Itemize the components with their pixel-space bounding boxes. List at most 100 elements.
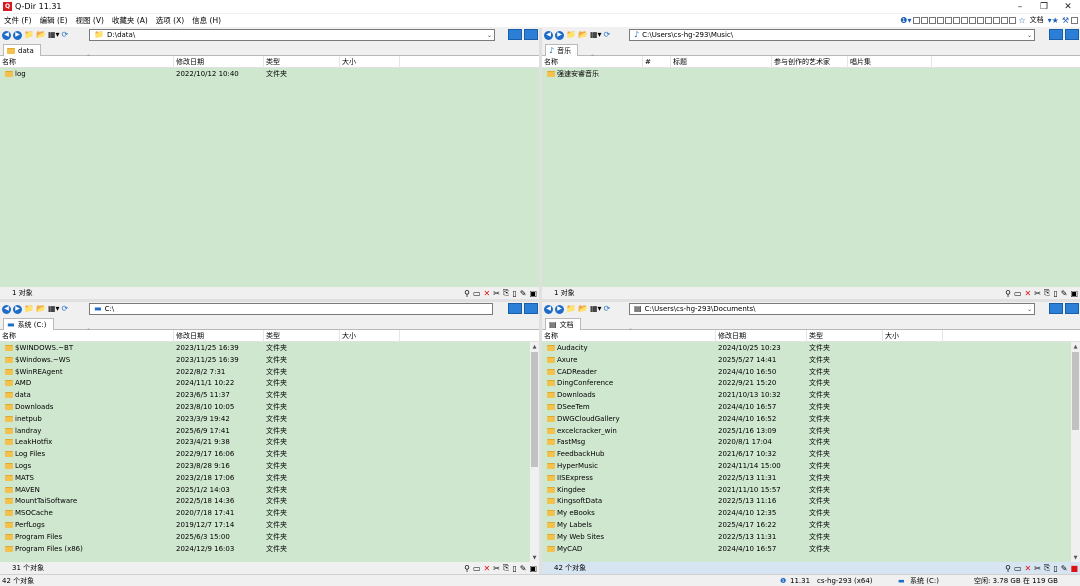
filter-icon[interactable]: ⚲ xyxy=(1005,564,1011,573)
file-row[interactable]: FastMsg 2020/8/1 17:04 文件夹 xyxy=(542,436,1071,448)
forward-arrow-icon[interactable]: ▶ xyxy=(13,304,22,314)
view-button-icon[interactable] xyxy=(524,29,538,40)
tab-data[interactable]: data xyxy=(3,44,41,56)
object-count[interactable]: 1 对象 xyxy=(554,288,575,298)
back-arrow-icon[interactable]: ◀ xyxy=(544,304,553,314)
filter-icon[interactable]: ⚲ xyxy=(464,289,470,298)
column-album[interactable]: 唱片集 xyxy=(848,56,932,68)
file-row[interactable]: Logs 2023/8/28 9:16 文件夹 xyxy=(0,460,530,472)
up-folder-icon[interactable]: 📁 xyxy=(24,31,34,39)
file-row[interactable]: landray 2025/6/9 17:41 文件夹 xyxy=(0,425,530,437)
scroll-up-icon[interactable]: ▲ xyxy=(530,342,539,351)
view-button-icon[interactable] xyxy=(1049,29,1063,40)
copy-icon[interactable]: ⎘ xyxy=(503,288,509,298)
column-date[interactable]: 修改日期 xyxy=(174,56,264,68)
layout-8-icon[interactable] xyxy=(969,17,977,24)
file-row[interactable]: $WINDOWS.~BT 2023/11/25 16:39 文件夹 xyxy=(0,342,530,354)
up-folder-icon[interactable]: 📁 xyxy=(566,305,576,313)
column-date[interactable]: 修改日期 xyxy=(174,330,264,342)
file-row[interactable]: FeedbackHub 2021/6/17 10:32 文件夹 xyxy=(542,448,1071,460)
refresh-icon[interactable]: ⟳ xyxy=(62,305,69,313)
path-input[interactable]: ▬ C:\ xyxy=(89,303,493,315)
layout-3-icon[interactable] xyxy=(929,17,937,24)
copy-icon[interactable]: ⎘ xyxy=(503,563,509,573)
file-row[interactable]: MAVEN 2025/1/2 14:03 文件夹 xyxy=(0,484,530,496)
scroll-thumb[interactable] xyxy=(1072,352,1079,430)
up-folder-icon[interactable]: 📁 xyxy=(566,31,576,39)
menu-edit[interactable]: 编辑 (E) xyxy=(36,14,72,27)
horizontal-splitter[interactable] xyxy=(0,299,1080,302)
file-row[interactable]: LeakHotfix 2023/4/21 9:38 文件夹 xyxy=(0,436,530,448)
column-date[interactable]: 修改日期 xyxy=(716,330,807,342)
edit-icon[interactable]: ✎ xyxy=(1061,564,1068,573)
paste-icon[interactable]: ▯ xyxy=(1053,289,1057,298)
file-row[interactable]: IISExpress 2022/5/13 11:31 文件夹 xyxy=(542,472,1071,484)
file-row[interactable]: MountTaiSoftware 2022/5/18 14:36 文件夹 xyxy=(0,495,530,507)
object-count[interactable]: 1 对象 xyxy=(12,288,33,298)
layout-11-icon[interactable] xyxy=(993,17,1001,24)
back-arrow-icon[interactable]: ◀ xyxy=(2,304,11,314)
file-row[interactable]: DSeeTem 2024/4/10 16:57 文件夹 xyxy=(542,401,1071,413)
file-row[interactable]: PerfLogs 2019/12/7 17:14 文件夹 xyxy=(0,519,530,531)
column-size[interactable]: 大小 xyxy=(340,330,400,342)
column-type[interactable]: 类型 xyxy=(264,330,340,342)
paste-icon[interactable]: ▯ xyxy=(512,289,516,298)
refresh-icon[interactable]: ⟳ xyxy=(604,305,611,313)
column-size[interactable]: 大小 xyxy=(883,330,943,342)
menu-view[interactable]: 视图 (V) xyxy=(72,14,108,27)
view-button-icon[interactable] xyxy=(1065,303,1079,314)
file-row[interactable]: CADReader 2024/4/10 16:50 文件夹 xyxy=(542,366,1071,378)
panel-icon[interactable] xyxy=(1071,17,1078,24)
file-row[interactable]: Downloads 2021/10/13 10:32 文件夹 xyxy=(542,389,1071,401)
scroll-up-icon[interactable]: ▲ xyxy=(1071,342,1080,351)
file-row[interactable]: $Windows.~WS 2023/11/25 16:39 文件夹 xyxy=(0,354,530,366)
chevron-down-icon[interactable]: ⌄ xyxy=(1027,32,1032,39)
menu-favorites[interactable]: 收藏夹 (A) xyxy=(108,14,152,27)
column-type[interactable]: 类型 xyxy=(807,330,883,342)
edit-icon[interactable]: ✎ xyxy=(1061,289,1068,298)
star-icon[interactable]: ☆ xyxy=(1017,14,1026,27)
view-button-icon[interactable] xyxy=(1065,29,1079,40)
minimize-button[interactable]: – xyxy=(1008,0,1032,13)
menu-info[interactable]: 信息 (H) xyxy=(188,14,225,27)
back-arrow-icon[interactable]: ◀ xyxy=(544,30,553,40)
file-row[interactable]: My eBooks 2024/4/10 12:35 文件夹 xyxy=(542,507,1071,519)
delete-icon[interactable]: ✕ xyxy=(1025,564,1032,573)
file-row[interactable]: Kingdee 2021/11/10 15:57 文件夹 xyxy=(542,484,1071,496)
folder-icon[interactable]: 📂 xyxy=(36,305,46,313)
tools-icon[interactable]: ⚒ xyxy=(1061,14,1070,27)
edit-icon[interactable]: ✎ xyxy=(520,289,527,298)
file-row[interactable]: Axure 2025/5/27 14:41 文件夹 xyxy=(542,354,1071,366)
scroll-down-icon[interactable]: ▼ xyxy=(1071,553,1080,562)
close-panel-icon[interactable]: ■ xyxy=(1070,564,1078,573)
cut-icon[interactable]: ✂ xyxy=(1034,564,1041,573)
folder-icon[interactable]: 📂 xyxy=(578,305,588,313)
info-icon[interactable]: ❶▾ xyxy=(899,14,912,27)
view-button-icon[interactable] xyxy=(508,29,522,40)
refresh-icon[interactable]: ⟳ xyxy=(62,31,69,39)
layout-5-icon[interactable] xyxy=(945,17,953,24)
folder-icon[interactable]: 📂 xyxy=(36,31,46,39)
file-row[interactable]: HyperMusic 2024/11/14 15:00 文件夹 xyxy=(542,460,1071,472)
file-row[interactable]: Downloads 2023/8/10 10:05 文件夹 xyxy=(0,401,530,413)
column-type[interactable]: 类型 xyxy=(264,56,340,68)
file-row[interactable]: KingsoftData 2022/5/13 11:16 文件夹 xyxy=(542,495,1071,507)
object-count[interactable]: 31 个对象 xyxy=(12,563,44,573)
forward-arrow-icon[interactable]: ▶ xyxy=(555,30,564,40)
delete-icon[interactable]: ✕ xyxy=(484,289,491,298)
file-row[interactable]: Audacity 2024/10/25 10:23 文件夹 xyxy=(542,342,1071,354)
path-input[interactable]: ♪ C:\Users\cs-hg-293\Music\ ⌄ xyxy=(629,29,1035,41)
file-row[interactable]: AMD 2024/11/1 10:22 文件夹 xyxy=(0,377,530,389)
paste-icon[interactable]: ▯ xyxy=(512,564,516,573)
menu-options[interactable]: 选项 (X) xyxy=(152,14,188,27)
file-row[interactable]: Program Files 2025/6/3 15:00 文件夹 xyxy=(0,531,530,543)
column-title[interactable]: 标题 xyxy=(671,56,772,68)
column-size[interactable]: 大小 xyxy=(340,56,400,68)
rename-icon[interactable]: ▭ xyxy=(1014,564,1022,573)
rename-icon[interactable]: ▭ xyxy=(473,289,481,298)
file-row[interactable]: Program Files (x86) 2024/12/9 16:03 文件夹 xyxy=(0,543,530,555)
file-row[interactable]: data 2023/6/5 11:37 文件夹 xyxy=(0,389,530,401)
menu-file[interactable]: 文件 (F) xyxy=(0,14,36,27)
layout-9-icon[interactable] xyxy=(977,17,985,24)
layout-7-icon[interactable] xyxy=(961,17,969,24)
